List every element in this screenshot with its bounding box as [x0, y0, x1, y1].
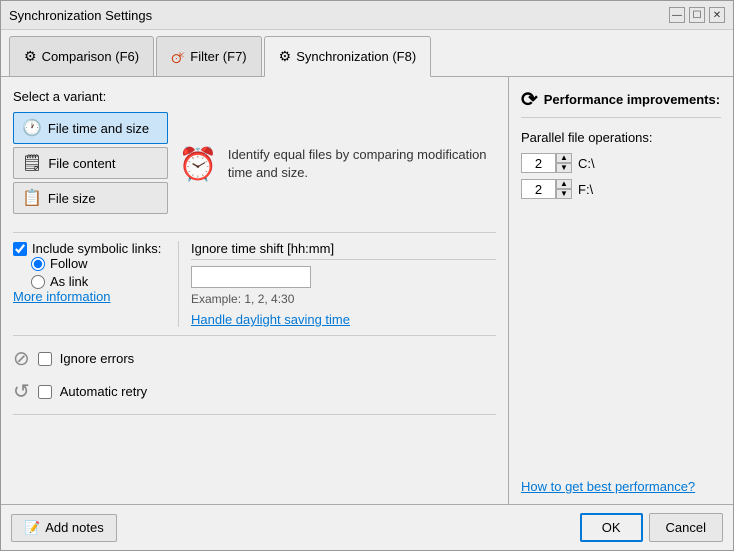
right-panel: ⟳ Performance improvements: Parallel fil…	[508, 77, 733, 504]
include-symbolic-links-label: Include symbolic links:	[32, 241, 161, 256]
dialog-buttons: OK Cancel	[580, 513, 723, 542]
include-symbolic-links-checkbox[interactable]	[13, 242, 27, 256]
automatic-retry-checkbox[interactable]	[38, 385, 52, 399]
add-notes-label: Add notes	[45, 520, 104, 535]
parallel-c-input[interactable]	[521, 153, 556, 173]
add-notes-icon: 📝	[24, 520, 40, 536]
tab-filter[interactable]: 🜚 Filter (F7)	[156, 36, 262, 76]
select-variant-label: Select a variant:	[13, 89, 496, 104]
performance-label: Performance improvements:	[544, 92, 720, 107]
maximize-button[interactable]: ☐	[689, 7, 705, 23]
description-area: ⏰ Identify equal files by comparing modi…	[178, 112, 496, 216]
spinner-c: ▲ ▼	[521, 153, 572, 173]
automatic-retry-label: Automatic retry	[60, 384, 147, 399]
add-notes-button[interactable]: 📝 Add notes	[11, 514, 117, 542]
file-content-icon: 🗒	[22, 153, 42, 173]
ignore-errors-row: ⊘ Ignore errors	[13, 346, 496, 371]
comparison-icon: ⚙	[24, 48, 37, 65]
include-symbolic-links-row: Include symbolic links:	[13, 241, 178, 256]
as-link-radio[interactable]	[31, 275, 45, 289]
as-link-label: As link	[50, 274, 88, 289]
performance-icon: ⟳	[521, 87, 538, 112]
spinner-f: ▲ ▼	[521, 179, 572, 199]
automatic-retry-icon: ↺	[13, 379, 30, 404]
how-to-link[interactable]: How to get best performance?	[521, 479, 695, 494]
symbolic-links-section: Include symbolic links: Follow As link M…	[13, 241, 178, 327]
spinner-c-down[interactable]: ▼	[556, 163, 572, 173]
ignore-errors-checkbox[interactable]	[38, 352, 52, 366]
spinner-c-up[interactable]: ▲	[556, 153, 572, 163]
filter-icon: 🜚	[171, 42, 185, 71]
follow-radio-row: Follow	[31, 256, 178, 271]
daylight-saving-link[interactable]: Handle daylight saving time	[191, 312, 496, 327]
parallel-row-c: ▲ ▼ C:\	[521, 153, 721, 173]
variant-file-size[interactable]: 📋 File size	[13, 182, 168, 214]
variant-buttons: 🕐 File time and size 🗒 File content 📋 Fi…	[13, 112, 168, 214]
tab-comparison[interactable]: ⚙ Comparison (F6)	[9, 36, 154, 76]
automatic-retry-row: ↺ Automatic retry	[13, 379, 496, 404]
time-shift-section: Ignore time shift [hh:mm] Example: 1, 2,…	[178, 241, 496, 327]
left-panel: Select a variant: 🕐 File time and size 🗒…	[1, 77, 508, 504]
tab-synchronization[interactable]: ⚙ Synchronization (F8)	[264, 36, 432, 77]
tab-bar: ⚙ Comparison (F6) 🜚 Filter (F7) ⚙ Synchr…	[1, 30, 733, 77]
description-icon: ⏰	[178, 145, 218, 183]
performance-title: ⟳ Performance improvements:	[521, 87, 721, 118]
drive-c-label: C:\	[578, 156, 595, 171]
description-text: Identify equal files by comparing modifi…	[228, 146, 496, 182]
file-size-icon: 📋	[22, 188, 42, 208]
main-content: Select a variant: 🕐 File time and size 🗒…	[1, 77, 733, 504]
spinner-f-buttons: ▲ ▼	[556, 179, 572, 199]
drive-f-label: F:\	[578, 182, 593, 197]
spinner-c-buttons: ▲ ▼	[556, 153, 572, 173]
tab-comparison-label: Comparison (F6)	[42, 49, 140, 64]
follow-radio[interactable]	[31, 257, 45, 271]
bottom-bar: 📝 Add notes OK Cancel	[1, 504, 733, 550]
parallel-row-f: ▲ ▼ F:\	[521, 179, 721, 199]
tab-filter-label: Filter (F7)	[190, 49, 246, 64]
spinner-f-up[interactable]: ▲	[556, 179, 572, 189]
more-info-link[interactable]: More information	[13, 289, 111, 304]
time-shift-header: Ignore time shift [hh:mm]	[191, 241, 496, 260]
main-window: Synchronization Settings — ☐ ✕ ⚙ Compari…	[0, 0, 734, 551]
synchronization-icon: ⚙	[279, 48, 292, 65]
spinner-f-down[interactable]: ▼	[556, 189, 572, 199]
file-time-size-icon: 🕐	[22, 118, 42, 138]
ignore-errors-label: Ignore errors	[60, 351, 134, 366]
minimize-button[interactable]: —	[669, 7, 685, 23]
ignore-errors-icon: ⊘	[13, 346, 30, 371]
window-controls: — ☐ ✕	[669, 7, 725, 23]
close-button[interactable]: ✕	[709, 7, 725, 23]
follow-label: Follow	[50, 256, 88, 271]
title-bar: Synchronization Settings — ☐ ✕	[1, 1, 733, 30]
middle-section: Include symbolic links: Follow As link M…	[13, 232, 496, 336]
radio-group: Follow As link	[31, 256, 178, 289]
window-title: Synchronization Settings	[9, 8, 152, 23]
variant-file-content[interactable]: 🗒 File content	[13, 147, 168, 179]
ok-button[interactable]: OK	[580, 513, 643, 542]
options-section: ⊘ Ignore errors ↺ Automatic retry	[13, 336, 496, 415]
time-shift-example: Example: 1, 2, 4:30	[191, 292, 496, 306]
time-shift-input[interactable]	[191, 266, 311, 288]
parallel-f-input[interactable]	[521, 179, 556, 199]
cancel-button[interactable]: Cancel	[649, 513, 723, 542]
tab-synchronization-label: Synchronization (F8)	[296, 49, 416, 64]
as-link-radio-row: As link	[31, 274, 178, 289]
parallel-label: Parallel file operations:	[521, 130, 721, 145]
variant-file-time-size[interactable]: 🕐 File time and size	[13, 112, 168, 144]
